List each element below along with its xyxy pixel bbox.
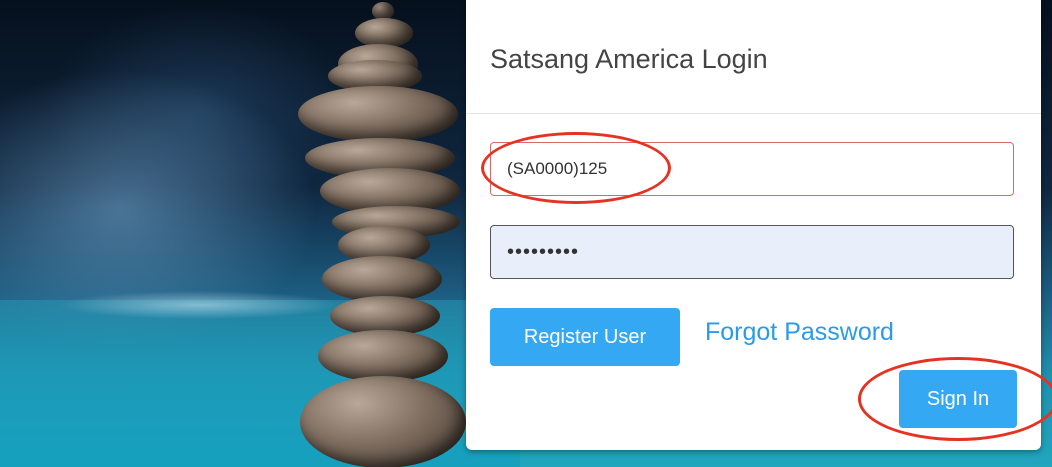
- login-title: Satsang America Login: [490, 44, 768, 74]
- title-divider: [466, 113, 1041, 114]
- register-user-button[interactable]: Register User: [490, 308, 680, 366]
- forgot-password-link[interactable]: Forgot Password: [705, 318, 894, 347]
- sign-in-button[interactable]: Sign In: [899, 370, 1017, 428]
- login-card: Satsang America Login Register User Forg…: [466, 0, 1041, 450]
- password-input[interactable]: [490, 225, 1014, 279]
- username-input[interactable]: [490, 142, 1014, 196]
